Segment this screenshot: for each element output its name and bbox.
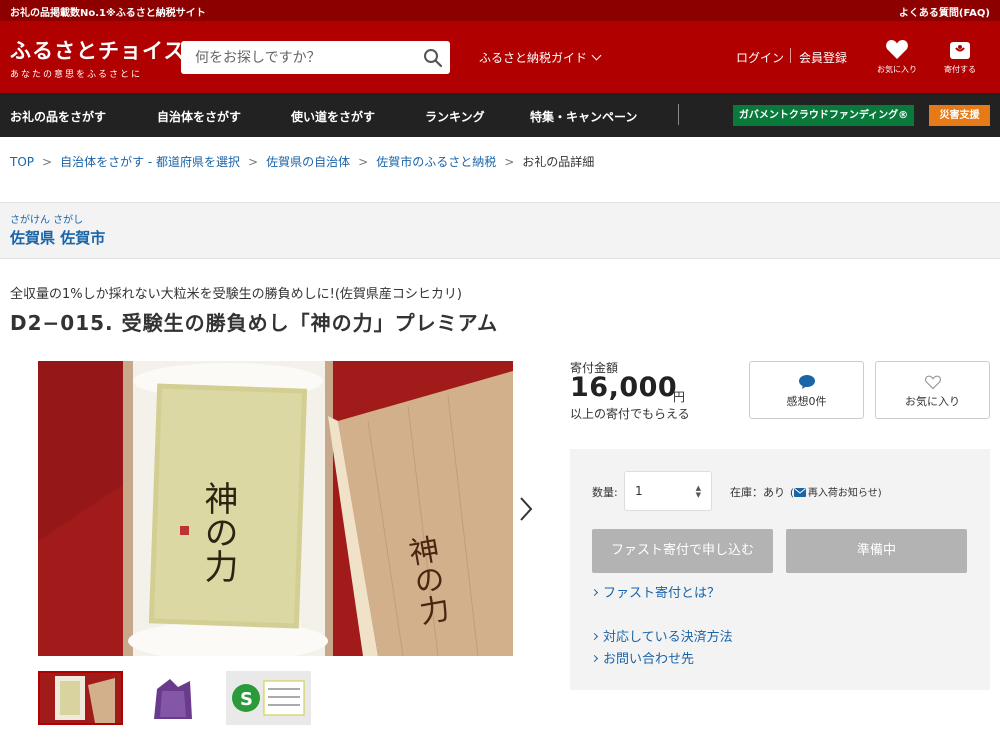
payment-methods-link[interactable]: 対応している決済方法 (590, 626, 733, 645)
breadcrumb-separator: > (504, 155, 515, 169)
register-link[interactable]: 会員登録 (799, 49, 847, 66)
spinner-icon: ▲ ▼ (695, 484, 701, 499)
speech-bubble-icon (798, 375, 815, 389)
product-title: D2−015. 受験生の勝負めし「神の力」プレミアム (10, 311, 499, 335)
faq-link[interactable]: よくある質問(FAQ) (899, 4, 990, 19)
breadcrumb-saga-city[interactable]: 佐賀市のふるさと納税 (376, 155, 496, 169)
chevron-right-icon (590, 632, 599, 641)
municipality-header: さがけん さがし 佐賀県 佐賀市 (0, 202, 1000, 259)
nav-item-uses[interactable]: 使い道をさがす (291, 108, 375, 125)
gift-box-icon (950, 42, 970, 59)
site-logo[interactable]: ふるさとチョイス あなたの意思をふるさとに (10, 35, 185, 80)
header-divider (790, 48, 791, 63)
product-subtitle: 全収量の1%しか採れない大粒米を受験生の勝負めしに!(佐賀県産コシヒカリ) (10, 287, 462, 302)
chevron-right-icon (590, 588, 599, 597)
donation-amount: 16,000 (570, 372, 678, 403)
payment-methods-label: 対応している決済方法 (603, 630, 733, 645)
quantity-value: 1 (635, 484, 643, 498)
favorites-button[interactable]: お気に入り (872, 38, 922, 75)
main-nav: お礼の品をさがす 自治体をさがす 使い道をさがす ランキング 特集・キャンペーン… (0, 93, 1000, 137)
search-icon[interactable] (422, 47, 444, 69)
reviews-count: 感想0件 (786, 395, 827, 408)
quantity-label: 数量: (592, 486, 618, 499)
favorites-label: お気に入り (877, 65, 917, 74)
breadcrumb-top[interactable]: TOP (10, 155, 34, 169)
mail-icon (793, 488, 806, 497)
breadcrumb: TOP > 自治体をさがす - 都道府県を選択 > 佐賀県の自治体 > 佐賀市のふるさと納税… (10, 153, 594, 170)
favorite-label: お気に入り (905, 395, 960, 408)
login-link[interactable]: ログイン (736, 49, 784, 66)
site-tagline: お礼の品掲載数No.1※ふるさと納税サイト (10, 8, 206, 19)
breadcrumb-municipality-search[interactable]: 自治体をさがす - 都道府県を選択 (60, 155, 240, 169)
thumbnail-1[interactable] (38, 671, 123, 725)
nav-item-municipalities[interactable]: 自治体をさがす (157, 108, 241, 125)
fast-donation-info-link[interactable]: ファスト寄付とは？ (590, 582, 721, 601)
add-favorite-button[interactable]: お気に入り (875, 361, 990, 419)
disaster-support-button[interactable]: 災害支援 (929, 105, 990, 126)
contact-link[interactable]: お問い合わせ先 (590, 648, 695, 667)
quantity-select[interactable]: 1 ▲ ▼ (624, 471, 712, 511)
fast-donation-button[interactable]: ファスト寄付で申し込む (592, 529, 773, 573)
svg-text:S: S (240, 689, 253, 710)
restock-notify-link[interactable]: (再入荷お知らせ) (790, 484, 882, 499)
top-strip: お礼の品掲載数No.1※ふるさと納税サイト よくある質問(FAQ) (0, 0, 1000, 21)
order-panel: 数量: 1 ▲ ▼ 在庫：あり (再入荷お知らせ) ファスト寄付で申し込む 準備中… (570, 449, 990, 690)
breadcrumb-saga-pref[interactable]: 佐賀県の自治体 (266, 155, 350, 169)
thumbnail-2[interactable] (132, 671, 217, 725)
package-calligraphy: 神の力 (198, 481, 238, 583)
fast-donation-info-label: ファスト寄付とは？ (603, 586, 721, 601)
product-main-image: 神の力 神の力 (38, 361, 513, 656)
breadcrumb-separator: > (42, 155, 53, 169)
breadcrumb-separator: > (358, 155, 369, 169)
chevron-right-icon (590, 654, 599, 663)
donate-button[interactable]: 寄付する (935, 38, 985, 75)
restock-label: 再入荷お知らせ) (807, 488, 882, 499)
thumbnail-3[interactable]: S (226, 671, 311, 725)
municipality-ruby: さがけん さがし (10, 215, 84, 226)
donation-unit: 円 (673, 390, 686, 404)
furusato-guide-menu[interactable]: ふるさと納税ガイド (479, 49, 602, 66)
breadcrumb-separator: > (248, 155, 259, 169)
guide-label: ふるさと納税ガイド (479, 51, 588, 65)
heart-icon (886, 40, 908, 59)
nav-divider (678, 104, 679, 125)
search-input[interactable] (181, 41, 416, 74)
logo-main-text: ふるさとチョイス (10, 38, 186, 63)
contact-label: お問い合わせ先 (603, 652, 695, 667)
gcf-button[interactable]: ガバメントクラウドファンディング® (733, 105, 914, 126)
nav-item-campaigns[interactable]: 特集・キャンペーン (530, 108, 637, 125)
preparing-button[interactable]: 準備中 (786, 529, 967, 573)
heart-outline-icon (924, 375, 941, 390)
chevron-down-icon (591, 50, 602, 61)
breadcrumb-current: お礼の品詳細 (522, 155, 595, 169)
donation-amount-note: 以上の寄付でもらえる (570, 407, 690, 421)
nav-item-ranking[interactable]: ランキング (425, 108, 485, 125)
next-image-arrow-icon[interactable] (516, 494, 536, 524)
site-header: ふるさとチョイス あなたの意思をふるさとに ふるさと納税ガイド ログイン 会員登… (0, 21, 1000, 93)
reviews-button[interactable]: 感想0件 (749, 361, 864, 419)
search-box (181, 41, 450, 74)
nav-item-gifts[interactable]: お礼の品をさがす (10, 108, 106, 125)
donate-label: 寄付する (944, 65, 976, 74)
stock-status: 在庫：あり (730, 486, 785, 499)
municipality-name[interactable]: 佐賀県 佐賀市 (10, 227, 105, 248)
logo-sub-text: あなたの意思をふるさとに (10, 70, 143, 80)
